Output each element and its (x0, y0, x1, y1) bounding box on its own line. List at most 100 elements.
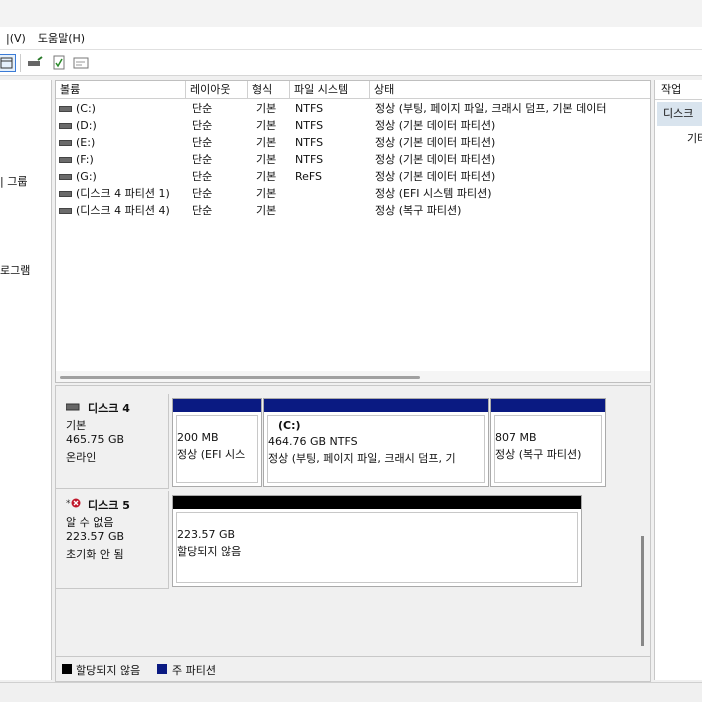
actions-item-disk[interactable]: 디스크 (657, 102, 702, 126)
volume-row[interactable]: (D:) 단순 기본 NTFS 정상 (기본 데이터 파티션) (56, 117, 650, 134)
partition-type-bar (264, 399, 488, 412)
volume-filesystem: NTFS (295, 119, 324, 132)
volume-type: 기본 (256, 136, 277, 149)
disk-drive-icon (66, 403, 80, 411)
drive-icon (59, 191, 72, 197)
volume-name: (E:) (76, 136, 96, 149)
menu-view[interactable]: |(V) (0, 32, 32, 45)
partition-status: 정상 (복구 파티션) (495, 448, 582, 461)
disk-info[interactable]: * 디스크 5 알 수 없음 223.57 GB 초기화 안 됨 (56, 491, 169, 589)
volume-status: 정상 (부팅, 페이지 파일, 크래시 덤프, 기본 데이터 (375, 102, 607, 115)
console-tree-icon (0, 57, 13, 69)
drive-icon (59, 140, 72, 146)
disk-error-icon: * (66, 498, 81, 509)
window-list-icon (73, 57, 89, 69)
volume-status: 정상 (기본 데이터 파티션) (375, 170, 496, 183)
volume-type: 기본 (256, 102, 277, 115)
vertical-scrollbar[interactable] (640, 536, 646, 646)
drive-icon (59, 157, 72, 163)
svg-text:*: * (66, 499, 71, 509)
volume-layout: 단순 (192, 136, 213, 149)
partition-block[interactable]: (C:) 464.76 GB NTFS 정상 (부팅, 페이지 파일, 크래시 덤프… (263, 398, 489, 487)
volume-name: (C:) (76, 102, 96, 115)
volume-row[interactable]: (F:) 단순 기본 NTFS 정상 (기본 데이터 파티션) (56, 151, 650, 168)
partition-block[interactable]: 223.57 GB 할당되지 않음 (172, 495, 582, 587)
volume-filesystem: ReFS (295, 170, 323, 183)
disk-size: 465.75 GB (66, 433, 125, 446)
disk-size: 223.57 GB (66, 530, 125, 543)
toolbar-separator (20, 54, 21, 72)
horizontal-scroll-thumb[interactable] (60, 376, 420, 379)
partition-status: 정상 (부팅, 페이지 파일, 크래시 덤프, 기 (268, 452, 456, 465)
actions-pane: 작업 디스크 기타 (654, 80, 702, 680)
volume-layout: 단순 (192, 102, 213, 115)
partition-status: 정상 (EFI 시스 (177, 448, 246, 461)
help-button[interactable] (72, 54, 90, 72)
volume-status: 정상 (EFI 시스템 파티션) (375, 187, 492, 200)
column-header-status[interactable]: 상태 (370, 81, 650, 99)
partition-status: 할당되지 않음 (177, 545, 242, 558)
volume-layout: 단순 (192, 204, 213, 217)
partition-label: (C:) (278, 419, 301, 432)
volume-name: (디스크 4 파티션 4) (76, 204, 170, 217)
console-tree: | 그룹 로그램 (0, 80, 52, 680)
column-header-layout[interactable]: 레이아웃 (186, 81, 248, 99)
legend-label-primary: 주 파티션 (172, 664, 216, 677)
volume-status: 정상 (기본 데이터 파티션) (375, 153, 496, 166)
actions-item-more[interactable]: 기타 (687, 130, 702, 146)
volume-name: (G:) (76, 170, 97, 183)
column-header-volume[interactable]: 볼륨 (56, 81, 186, 99)
volume-row[interactable]: (디스크 4 파티션 1) 단순 기본 정상 (EFI 시스템 파티션) (56, 185, 650, 202)
volume-layout: 단순 (192, 153, 213, 166)
horizontal-scrollbar[interactable] (56, 371, 650, 382)
partition-block[interactable]: 200 MB 정상 (EFI 시스 (172, 398, 262, 487)
drive-icon (59, 123, 72, 129)
volume-filesystem: NTFS (295, 136, 324, 149)
disk-map: 디스크 4 기본 465.75 GB 온라인 200 MB 정상 (EFI 시스 (C:) 4… (55, 385, 651, 682)
volume-row[interactable]: (디스크 4 파티션 4) 단순 기본 정상 (복구 파티션) (56, 202, 650, 219)
legend-label-unallocated: 할당되지 않음 (76, 664, 141, 677)
disk-state: 초기화 안 됨 (66, 548, 124, 561)
vertical-scroll-thumb[interactable] (641, 536, 644, 646)
properties-button[interactable] (50, 54, 68, 72)
actions-header: 작업 (655, 80, 702, 100)
volume-status: 정상 (기본 데이터 파티션) (375, 119, 496, 132)
partition-size: 464.76 GB NTFS (268, 435, 358, 448)
volume-filesystem: NTFS (295, 102, 324, 115)
partition-size: 200 MB (177, 431, 219, 444)
volume-name: (디스크 4 파티션 1) (76, 187, 170, 200)
drive-icon (59, 106, 72, 112)
legend: 할당되지 않음 주 파티션 (56, 656, 650, 680)
partition-type-bar (173, 496, 581, 509)
disk-kind: 기본 (66, 419, 87, 432)
volume-type: 기본 (256, 119, 277, 132)
legend-swatch-unallocated (62, 664, 72, 674)
volume-row[interactable]: (G:) 단순 기본 ReFS 정상 (기본 데이터 파티션) (56, 168, 650, 185)
partition-block[interactable]: 807 MB 정상 (복구 파티션) (490, 398, 606, 487)
column-header-filesystem[interactable]: 파일 시스템 (290, 81, 370, 99)
volume-row[interactable]: (C:) 단순 기본 NTFS 정상 (부팅, 페이지 파일, 크래시 덤프, 기본 데… (56, 100, 650, 117)
connect-drive-icon (28, 56, 43, 66)
column-header-type[interactable]: 형식 (248, 81, 290, 99)
volume-name: (F:) (76, 153, 94, 166)
tree-item-group[interactable]: | 그룹 (0, 173, 27, 189)
disk-name: 디스크 5 (88, 499, 130, 512)
connect-button[interactable] (26, 54, 44, 72)
disk-info[interactable]: 디스크 4 기본 465.75 GB 온라인 (56, 394, 169, 489)
volume-row[interactable]: (E:) 단순 기본 NTFS 정상 (기본 데이터 파티션) (56, 134, 650, 151)
tree-item-program[interactable]: 로그램 (0, 262, 30, 278)
volume-type: 기본 (256, 170, 277, 183)
legend-swatch-primary (157, 664, 167, 674)
volume-layout: 단순 (192, 187, 213, 200)
volume-layout: 단순 (192, 119, 213, 132)
status-bar (0, 682, 702, 702)
drive-icon (59, 174, 72, 180)
volume-type: 기본 (256, 187, 277, 200)
volume-type: 기본 (256, 204, 277, 217)
menu-help[interactable]: 도움말(H) (32, 30, 91, 46)
disk-kind: 알 수 없음 (66, 516, 114, 529)
volume-filesystem: NTFS (295, 153, 324, 166)
partition-type-bar (491, 399, 605, 412)
volume-status: 정상 (복구 파티션) (375, 204, 462, 217)
show-hide-console-tree-button[interactable] (0, 54, 16, 72)
